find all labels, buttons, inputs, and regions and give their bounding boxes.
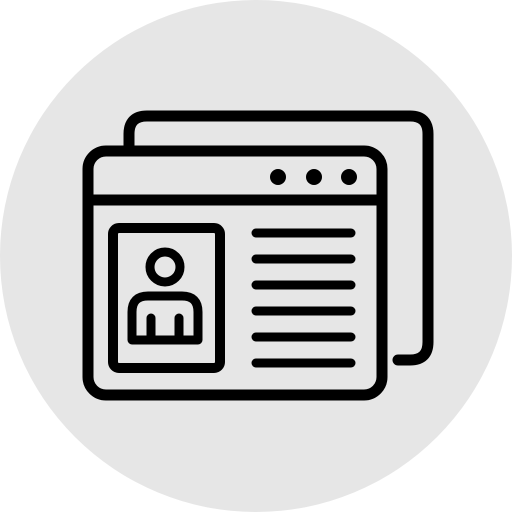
browser-window-frame [82, 145, 388, 401]
profile-webpage-icon [0, 0, 512, 512]
browser-window [82, 145, 388, 401]
icon-canvas [0, 0, 512, 512]
window-dot-3 [341, 169, 357, 185]
window-dot-2 [306, 169, 322, 185]
window-dot-1 [270, 169, 286, 185]
